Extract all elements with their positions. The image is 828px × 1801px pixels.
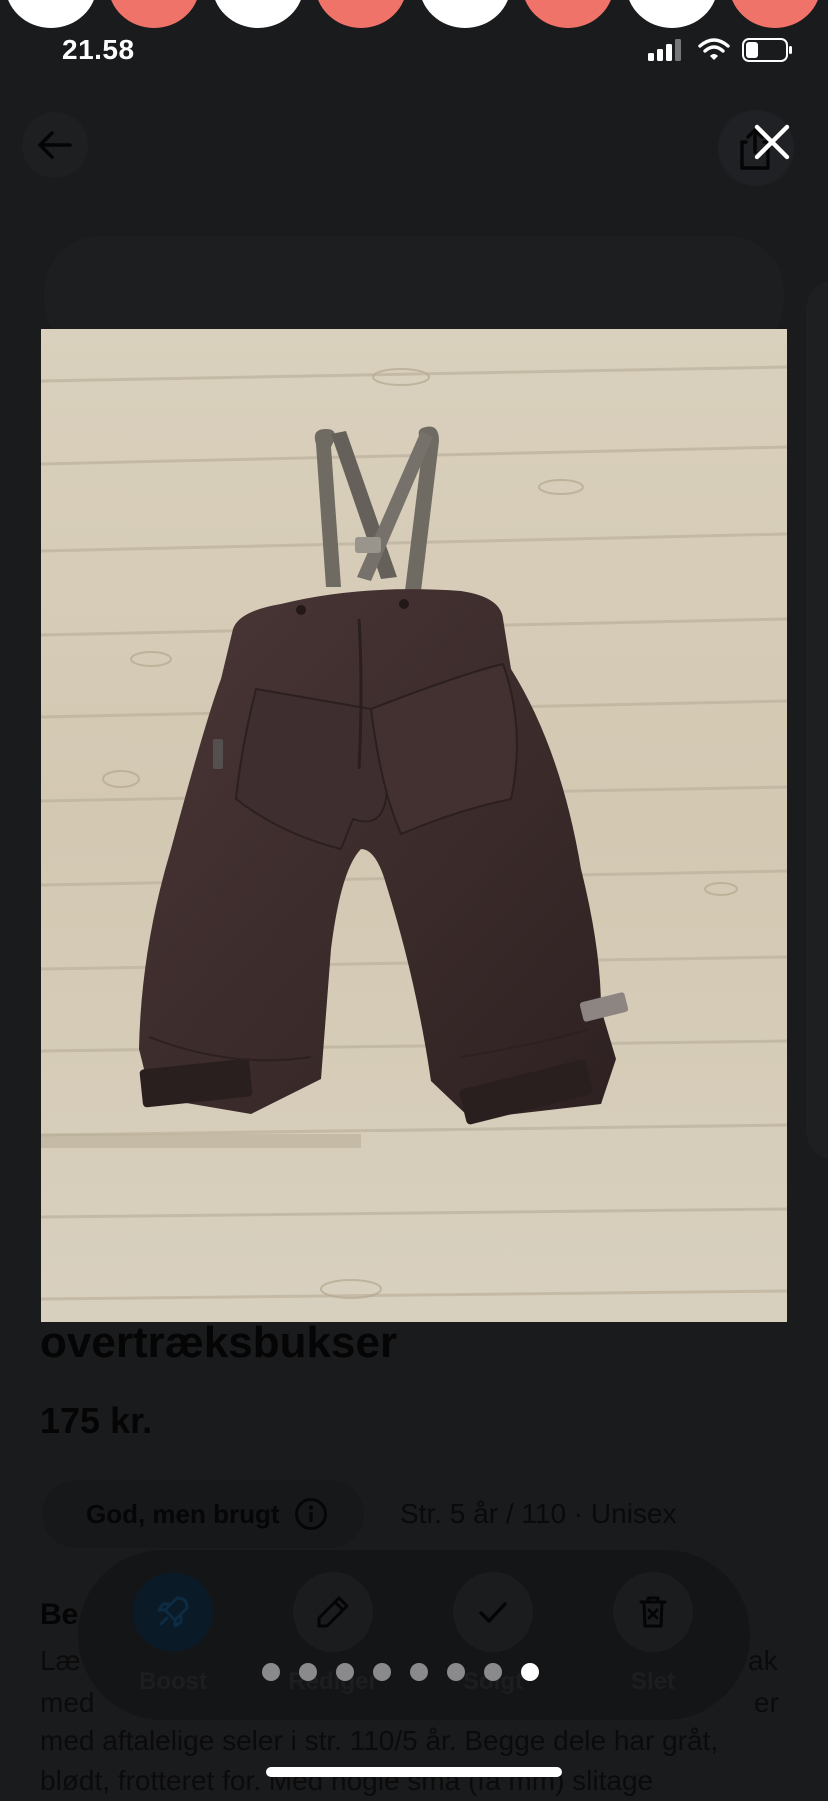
delete-label: Slet bbox=[630, 1668, 675, 1695]
status-bar: 21.58 bbox=[0, 28, 828, 74]
pagination-dot[interactable] bbox=[484, 1663, 502, 1681]
arrow-left-icon bbox=[38, 131, 72, 159]
info-icon[interactable] bbox=[294, 1497, 328, 1531]
sold-button[interactable] bbox=[453, 1572, 533, 1652]
wifi-icon bbox=[698, 38, 730, 60]
story-strip bbox=[0, 0, 828, 28]
back-button[interactable] bbox=[22, 112, 88, 178]
check-icon bbox=[479, 1602, 507, 1623]
story-circle[interactable] bbox=[419, 0, 511, 28]
condition-label: God, men brugt bbox=[86, 1498, 280, 1529]
pagination-dot[interactable] bbox=[410, 1663, 428, 1681]
description-fragment: er bbox=[754, 1687, 779, 1718]
pagination-dot[interactable] bbox=[262, 1663, 280, 1681]
signal-icon bbox=[648, 39, 681, 61]
boost-label: Boost bbox=[139, 1668, 207, 1695]
trash-icon bbox=[639, 1596, 667, 1628]
description-fragment: ak bbox=[748, 1645, 778, 1676]
pagination-dot[interactable] bbox=[299, 1663, 317, 1681]
size-info: Str. 5 år / 110 · Unisex bbox=[400, 1498, 677, 1529]
story-circle[interactable] bbox=[5, 0, 97, 28]
overalls-photo bbox=[41, 329, 787, 1322]
pencil-icon bbox=[317, 1596, 349, 1628]
story-circle[interactable] bbox=[626, 0, 718, 28]
story-circle[interactable] bbox=[522, 0, 614, 28]
close-button[interactable] bbox=[740, 110, 804, 174]
next-card-edge bbox=[806, 280, 828, 1160]
description-line: med aftalelige seler i str. 110/5 år. Be… bbox=[40, 1725, 719, 1756]
battery-icon bbox=[742, 38, 792, 62]
close-icon bbox=[754, 124, 790, 160]
edit-button[interactable] bbox=[293, 1572, 373, 1652]
story-circle[interactable] bbox=[315, 0, 407, 28]
pagination-dot[interactable] bbox=[521, 1663, 539, 1681]
rocket-icon bbox=[157, 1596, 189, 1628]
boost-button[interactable] bbox=[133, 1572, 213, 1652]
condition-chip[interactable]: God, men brugt bbox=[42, 1480, 364, 1548]
gallery-pagination bbox=[262, 1662, 539, 1682]
story-circle[interactable] bbox=[212, 0, 304, 28]
pagination-dot[interactable] bbox=[447, 1663, 465, 1681]
status-time: 21.58 bbox=[62, 34, 135, 65]
pagination-dot[interactable] bbox=[373, 1663, 391, 1681]
delete-button[interactable] bbox=[613, 1572, 693, 1652]
pagination-dot[interactable] bbox=[336, 1663, 354, 1681]
home-indicator[interactable] bbox=[266, 1767, 562, 1777]
listing-title: overtræksbukser bbox=[40, 1318, 398, 1367]
description-heading: Be bbox=[40, 1598, 79, 1631]
story-circle[interactable] bbox=[729, 0, 821, 28]
listing-price: 175 kr. bbox=[40, 1400, 153, 1441]
story-circle[interactable] bbox=[108, 0, 200, 28]
listing-photo[interactable] bbox=[41, 329, 787, 1322]
status-icons bbox=[648, 38, 794, 62]
